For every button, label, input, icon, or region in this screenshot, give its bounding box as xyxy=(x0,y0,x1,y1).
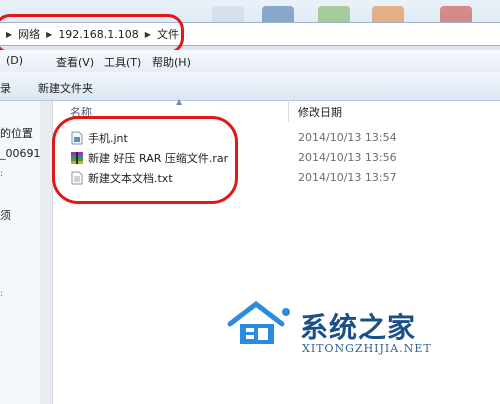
breadcrumb-network[interactable]: 网络 xyxy=(18,26,40,42)
list-item[interactable]: 新建文本文档.txt xyxy=(70,169,173,187)
navigation-pane: 的位置 _00691 须 : : xyxy=(0,101,41,404)
menu-bar: (D) 查看(V) 工具(T) 帮助(H) xyxy=(0,50,500,72)
file-date: 2014/10/13 13:56 xyxy=(298,151,397,164)
nav-scrollbar[interactable] xyxy=(40,101,53,404)
menu-view[interactable]: 查看(V) xyxy=(56,54,94,70)
address-bar[interactable]: ▶ 网络 ▶ 192.168.1.108 ▶ 文件 xyxy=(0,22,500,46)
toolbar-item-partial[interactable]: 录 xyxy=(0,80,11,96)
watermark-site: XITONGZHIJIA.NET xyxy=(302,342,432,355)
menu-edit[interactable]: (D) xyxy=(6,54,23,67)
breadcrumb-folder[interactable]: 文件 xyxy=(157,26,179,42)
file-name: 手机.jnt xyxy=(88,132,128,145)
breadcrumb: ▶ 网络 ▶ 192.168.1.108 ▶ 文件 xyxy=(4,26,179,42)
menu-tools[interactable]: 工具(T) xyxy=(104,54,141,70)
file-date: 2014/10/13 13:57 xyxy=(298,171,397,184)
chevron-right-icon: ▶ xyxy=(6,29,13,39)
breadcrumb-host[interactable]: 192.168.1.108 xyxy=(58,28,138,41)
file-name: 新建文本文档.txt xyxy=(88,172,173,185)
column-divider[interactable] xyxy=(288,100,289,122)
nav-item-partial[interactable]: 须 xyxy=(0,207,11,223)
file-date: 2014/10/13 13:54 xyxy=(298,131,397,144)
watermark-title: 系统之家 xyxy=(300,311,417,344)
nav-item-host[interactable]: _00691 xyxy=(0,147,41,160)
sort-ascending-icon: ▲ xyxy=(176,97,183,106)
new-folder-button[interactable]: 新建文件夹 xyxy=(38,80,93,96)
rar-archive-icon xyxy=(71,152,83,164)
house-logo-icon xyxy=(227,300,290,344)
menu-help[interactable]: 帮助(H) xyxy=(152,54,191,70)
list-item[interactable]: 手机.jnt xyxy=(70,129,128,147)
command-toolbar: 录 新建文件夹 xyxy=(0,72,500,101)
chevron-right-icon: ▶ xyxy=(46,29,53,39)
jnt-file-icon xyxy=(71,131,83,145)
column-header-name[interactable]: 名称 xyxy=(70,104,92,120)
list-item[interactable]: 新建 好压 RAR 压缩文件.rar xyxy=(70,149,228,167)
nav-item-locations[interactable]: 的位置 xyxy=(0,125,33,141)
chevron-right-icon: ▶ xyxy=(144,29,151,39)
column-header-modified[interactable]: 修改日期 xyxy=(298,104,342,120)
nav-marker-icon: : xyxy=(0,289,4,299)
text-file-icon xyxy=(71,171,83,185)
file-name: 新建 好压 RAR 压缩文件.rar xyxy=(88,152,229,165)
nav-marker-icon: : xyxy=(0,169,4,179)
